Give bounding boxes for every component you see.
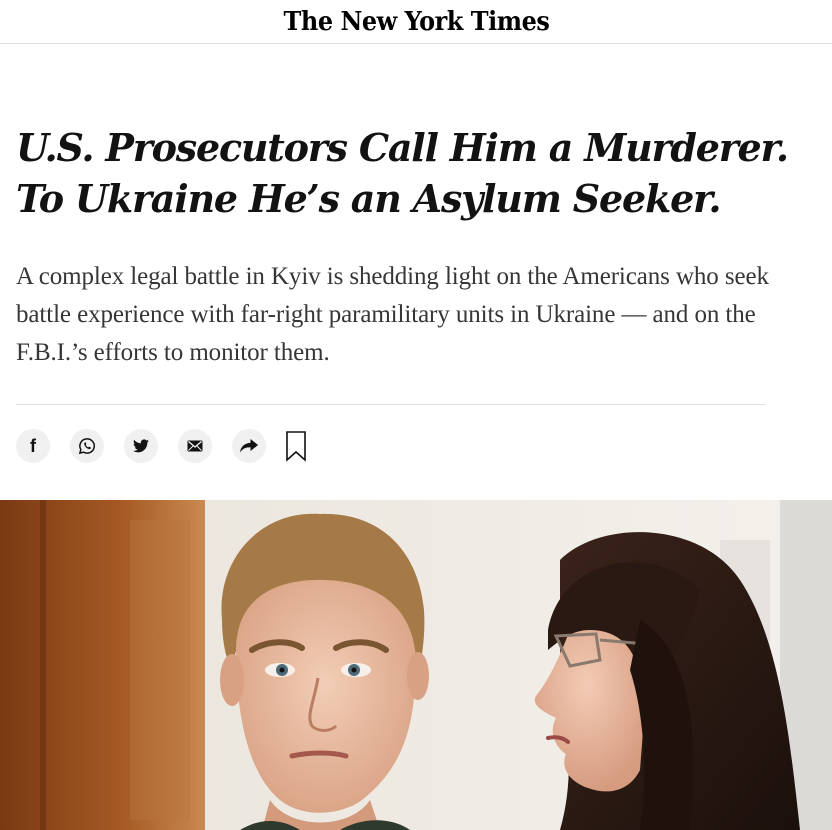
masthead: The New York Times — [0, 0, 832, 44]
bookmark-button[interactable] — [284, 429, 308, 463]
bookmark-icon — [286, 431, 306, 462]
facebook-share-button[interactable]: f — [16, 429, 50, 463]
twitter-share-button[interactable] — [124, 429, 158, 463]
email-share-button[interactable] — [178, 429, 212, 463]
share-icon — [240, 439, 258, 453]
courtroom-photo-illustration — [0, 500, 832, 830]
twitter-icon — [133, 439, 149, 453]
more-share-button[interactable] — [232, 429, 266, 463]
whatsapp-share-button[interactable] — [70, 429, 104, 463]
nyt-logo[interactable]: The New York Times — [283, 7, 549, 37]
whatsapp-icon — [78, 438, 96, 455]
article-summary: A complex legal battle in Kyiv is sheddi… — [16, 263, 769, 366]
article-headline: U.S. Prosecutors Call Him a Murderer. To… — [16, 125, 789, 221]
divider — [16, 404, 766, 405]
email-icon — [187, 440, 203, 452]
facebook-icon: f — [30, 436, 36, 456]
share-toolbar: f — [16, 428, 308, 464]
hero-photo — [0, 500, 832, 830]
